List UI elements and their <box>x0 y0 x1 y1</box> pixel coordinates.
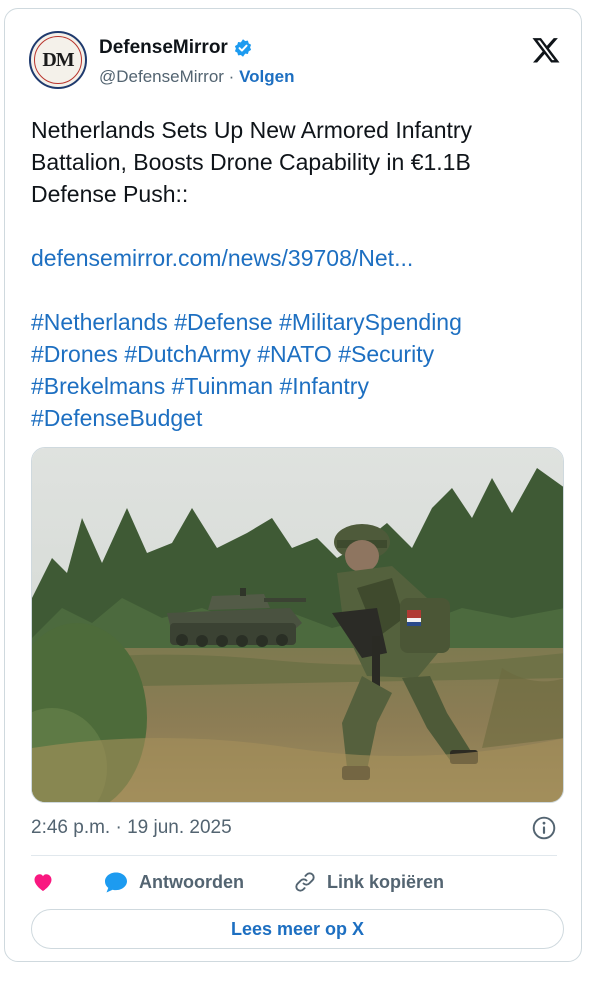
author-handle-row: @DefenseMirror · Volgen <box>99 67 294 87</box>
hashtag[interactable]: #DefenseBudget <box>31 405 202 431</box>
action-bar: Antwoorden Link kopiëren <box>31 867 444 897</box>
avatar-initials: DM <box>34 36 82 84</box>
author-handle[interactable]: @DefenseMirror <box>99 67 224 86</box>
speech-bubble-icon <box>105 872 127 893</box>
author-display-name[interactable]: DefenseMirror <box>99 37 228 59</box>
copy-link-label: Link kopiëren <box>327 871 445 892</box>
hashtag[interactable]: #Brekelmans <box>31 373 165 399</box>
post-timestamp[interactable]: 2:46 p.m. · 19 jun. 2025 <box>31 817 232 839</box>
photo-soldier-and-armored-vehicle <box>32 448 563 802</box>
info-icon[interactable] <box>531 815 557 841</box>
divider <box>31 855 557 856</box>
copy-link-button[interactable]: Link kopiëren <box>293 870 444 894</box>
reply-button[interactable]: Antwoorden <box>103 870 293 894</box>
hashtag[interactable]: #Security <box>338 341 434 367</box>
handle-separator: · <box>223 67 240 86</box>
read-more-button[interactable]: Lees meer op X <box>31 909 564 949</box>
reply-label: Antwoorden <box>139 871 244 892</box>
avatar[interactable]: DM <box>29 31 87 89</box>
like-button[interactable] <box>31 870 103 894</box>
author-name-row: DefenseMirror <box>99 37 253 59</box>
link-icon <box>295 872 315 892</box>
hashtag[interactable]: #Defense <box>174 309 272 335</box>
hashtag[interactable]: #NATO <box>257 341 332 367</box>
hashtag[interactable]: #Netherlands <box>31 309 168 335</box>
post-body: Netherlands Sets Up New Armored Infantry… <box>31 114 561 434</box>
post-photo[interactable] <box>31 447 564 803</box>
hashtag[interactable]: #Drones <box>31 341 118 367</box>
hashtag[interactable]: #Tuinman <box>172 373 273 399</box>
hashtag[interactable]: #DutchArmy <box>124 341 251 367</box>
verified-badge-icon <box>234 39 251 57</box>
hashtag[interactable]: #MilitarySpending <box>279 309 462 335</box>
heart-icon <box>34 874 52 891</box>
hashtag[interactable]: #Infantry <box>279 373 369 399</box>
embedded-post-card: DM DefenseMirror @DefenseMirror · Volgen… <box>4 8 582 962</box>
hashtag-list: #Netherlands #Defense #MilitarySpending … <box>31 309 462 431</box>
post-link[interactable]: defensemirror.com/news/39708/Net... <box>31 245 413 271</box>
x-logo-icon[interactable] <box>531 35 561 65</box>
post-header: DM DefenseMirror @DefenseMirror · Volgen <box>29 31 561 91</box>
follow-button[interactable]: Volgen <box>239 67 294 86</box>
post-text: Netherlands Sets Up New Armored Infantry… <box>31 117 473 207</box>
